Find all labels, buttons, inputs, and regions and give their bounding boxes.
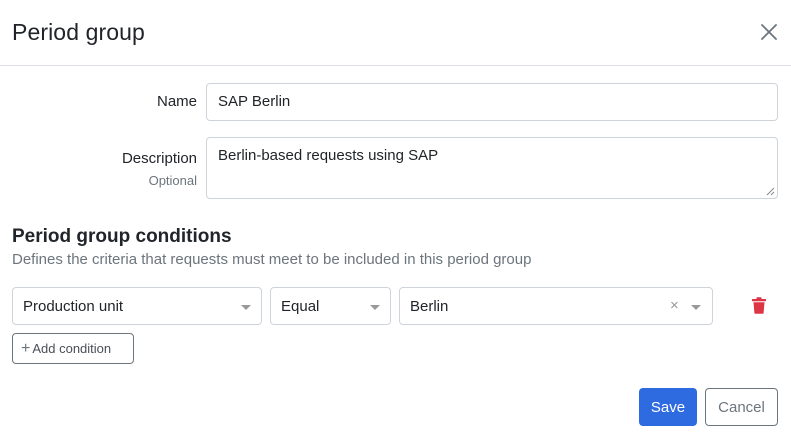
delete-condition-button[interactable] bbox=[751, 297, 767, 314]
condition-field-select[interactable]: Production unit bbox=[12, 287, 262, 325]
condition-value-select[interactable]: Berlin × bbox=[399, 287, 713, 325]
condition-field-value: Production unit bbox=[23, 298, 124, 315]
chevron-down-icon bbox=[370, 305, 380, 310]
add-condition-button[interactable]: + Add condition bbox=[12, 333, 134, 364]
name-label: Name bbox=[156, 93, 197, 110]
description-textarea[interactable]: Berlin-based requests using SAP bbox=[206, 137, 778, 199]
name-input[interactable]: SAP Berlin bbox=[206, 83, 778, 121]
condition-operator-value: Equal bbox=[281, 298, 320, 315]
plus-icon: + bbox=[21, 340, 31, 357]
chevron-down-icon bbox=[241, 305, 251, 310]
dialog-header: Period group bbox=[0, 0, 791, 66]
conditions-description: Defines the criteria that requests must … bbox=[12, 251, 532, 268]
condition-value-value: Berlin bbox=[410, 298, 449, 315]
description-optional-label: Optional bbox=[148, 173, 197, 188]
condition-operator-select[interactable]: Equal bbox=[270, 287, 391, 325]
name-input-value: SAP Berlin bbox=[218, 93, 291, 110]
trash-icon bbox=[752, 297, 766, 314]
close-button[interactable] bbox=[758, 21, 780, 43]
dialog-title: Period group bbox=[12, 19, 145, 45]
close-icon bbox=[761, 24, 777, 40]
add-condition-label: Add condition bbox=[32, 341, 112, 356]
description-textarea-value: Berlin-based requests using SAP bbox=[218, 147, 439, 164]
save-button[interactable]: Save bbox=[639, 388, 697, 426]
description-label-group: Description Optional bbox=[122, 148, 197, 192]
cancel-button[interactable]: Cancel bbox=[705, 388, 778, 426]
clear-icon[interactable]: × bbox=[670, 297, 679, 314]
conditions-title: Period group conditions bbox=[12, 226, 232, 247]
resize-grip-icon[interactable] bbox=[766, 187, 775, 196]
chevron-down-icon bbox=[691, 305, 701, 310]
description-label: Description bbox=[121, 150, 197, 167]
